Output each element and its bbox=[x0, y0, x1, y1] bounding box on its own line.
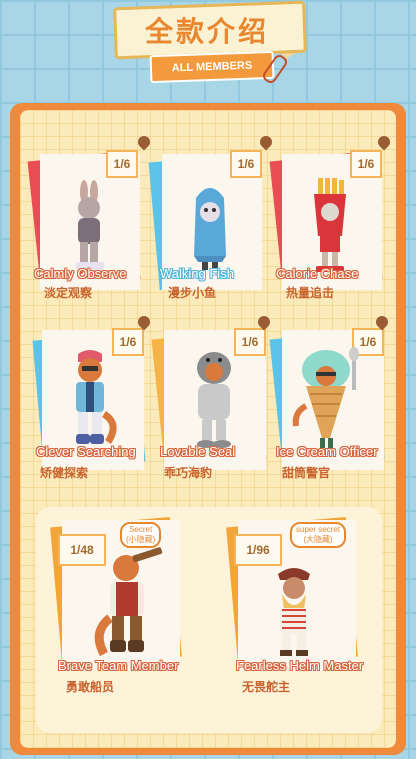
figure-fish-costume bbox=[194, 188, 226, 270]
member-name-en: Clever Searching bbox=[36, 444, 136, 459]
member-name-en: Ice Cream Officer bbox=[276, 444, 378, 459]
figure-fries-costume bbox=[314, 178, 346, 272]
member-name-zh: 无畏舵主 bbox=[242, 680, 291, 694]
secret-badge: super secret (大隐藏) bbox=[290, 522, 347, 548]
member-name-en: Calmly Observe bbox=[34, 266, 127, 281]
figure-fox-explorer bbox=[76, 350, 117, 444]
member-name-zh: 甜筒警官 bbox=[282, 466, 331, 480]
member-name-zh: 勇敢船员 bbox=[66, 680, 115, 694]
member-card-calorie-chase[interactable]: 1/6 Calorie Chase 热量追击 bbox=[269, 133, 393, 300]
member-name-zh: 漫步小鱼 bbox=[168, 286, 217, 300]
member-card-ice-cream-officer[interactable]: 1/6 Ice Cream Officer 甜筒警官 bbox=[269, 313, 391, 488]
ratio-badge: 1/6 bbox=[350, 150, 382, 178]
secret-badge-label: Secret bbox=[129, 525, 153, 534]
member-name-zh: 乖巧海豹 bbox=[164, 466, 213, 480]
member-name-zh: 热量追击 bbox=[286, 286, 335, 300]
figure-ice-cream-cone bbox=[292, 347, 359, 448]
member-card-clever-searching[interactable]: 1/6 Clever Searching 矫健探索 bbox=[32, 313, 153, 488]
ratio-badge: 1/6 bbox=[106, 150, 138, 178]
member-name-zh: 矫健探索 bbox=[40, 466, 89, 480]
member-card-fearless-helm-master[interactable]: 1/96 super secret (大隐藏) Fearless Helm Ma… bbox=[226, 517, 370, 696]
member-name-en: Walking Fish bbox=[160, 266, 234, 281]
secret-badge-label: super secret bbox=[296, 525, 341, 534]
page-title: 全款介绍 bbox=[144, 15, 269, 48]
figure-rabbit bbox=[76, 180, 104, 274]
ratio-badge: 1/6 bbox=[230, 150, 262, 178]
member-card-lovable-seal[interactable]: 1/6 Lovable Seal 乖巧海豹 bbox=[151, 313, 273, 488]
member-name-en: Lovable Seal bbox=[160, 444, 236, 459]
figure-fox-sailor bbox=[94, 547, 163, 657]
figure-helm-captain bbox=[278, 568, 310, 656]
member-name-zh: 淡定观察 bbox=[44, 286, 93, 300]
member-name-en: Calorie Chase bbox=[276, 266, 359, 281]
member-card-brave-team-member[interactable]: 1/48 Secret (小隐藏) Brave Team Member 勇敢船员 bbox=[50, 517, 194, 696]
member-name-en: Brave Team Member bbox=[58, 658, 179, 673]
secret-badge: Secret (小隐藏) bbox=[120, 522, 162, 548]
secret-badge-zh: (大隐藏) bbox=[303, 535, 333, 544]
figure-seal-costume bbox=[197, 352, 231, 448]
member-card-calmly-observe[interactable]: 1/6 Calmly Observe 淡定观察 bbox=[27, 133, 153, 300]
secret-badge-zh: (小隐藏) bbox=[126, 535, 156, 544]
member-card-walking-fish[interactable]: 1/6 Walking Fish 漫步小鱼 bbox=[148, 133, 275, 300]
page-subtitle: ALL MEMBERS bbox=[149, 50, 275, 84]
member-name-en: Fearless Helm Master bbox=[236, 658, 364, 673]
